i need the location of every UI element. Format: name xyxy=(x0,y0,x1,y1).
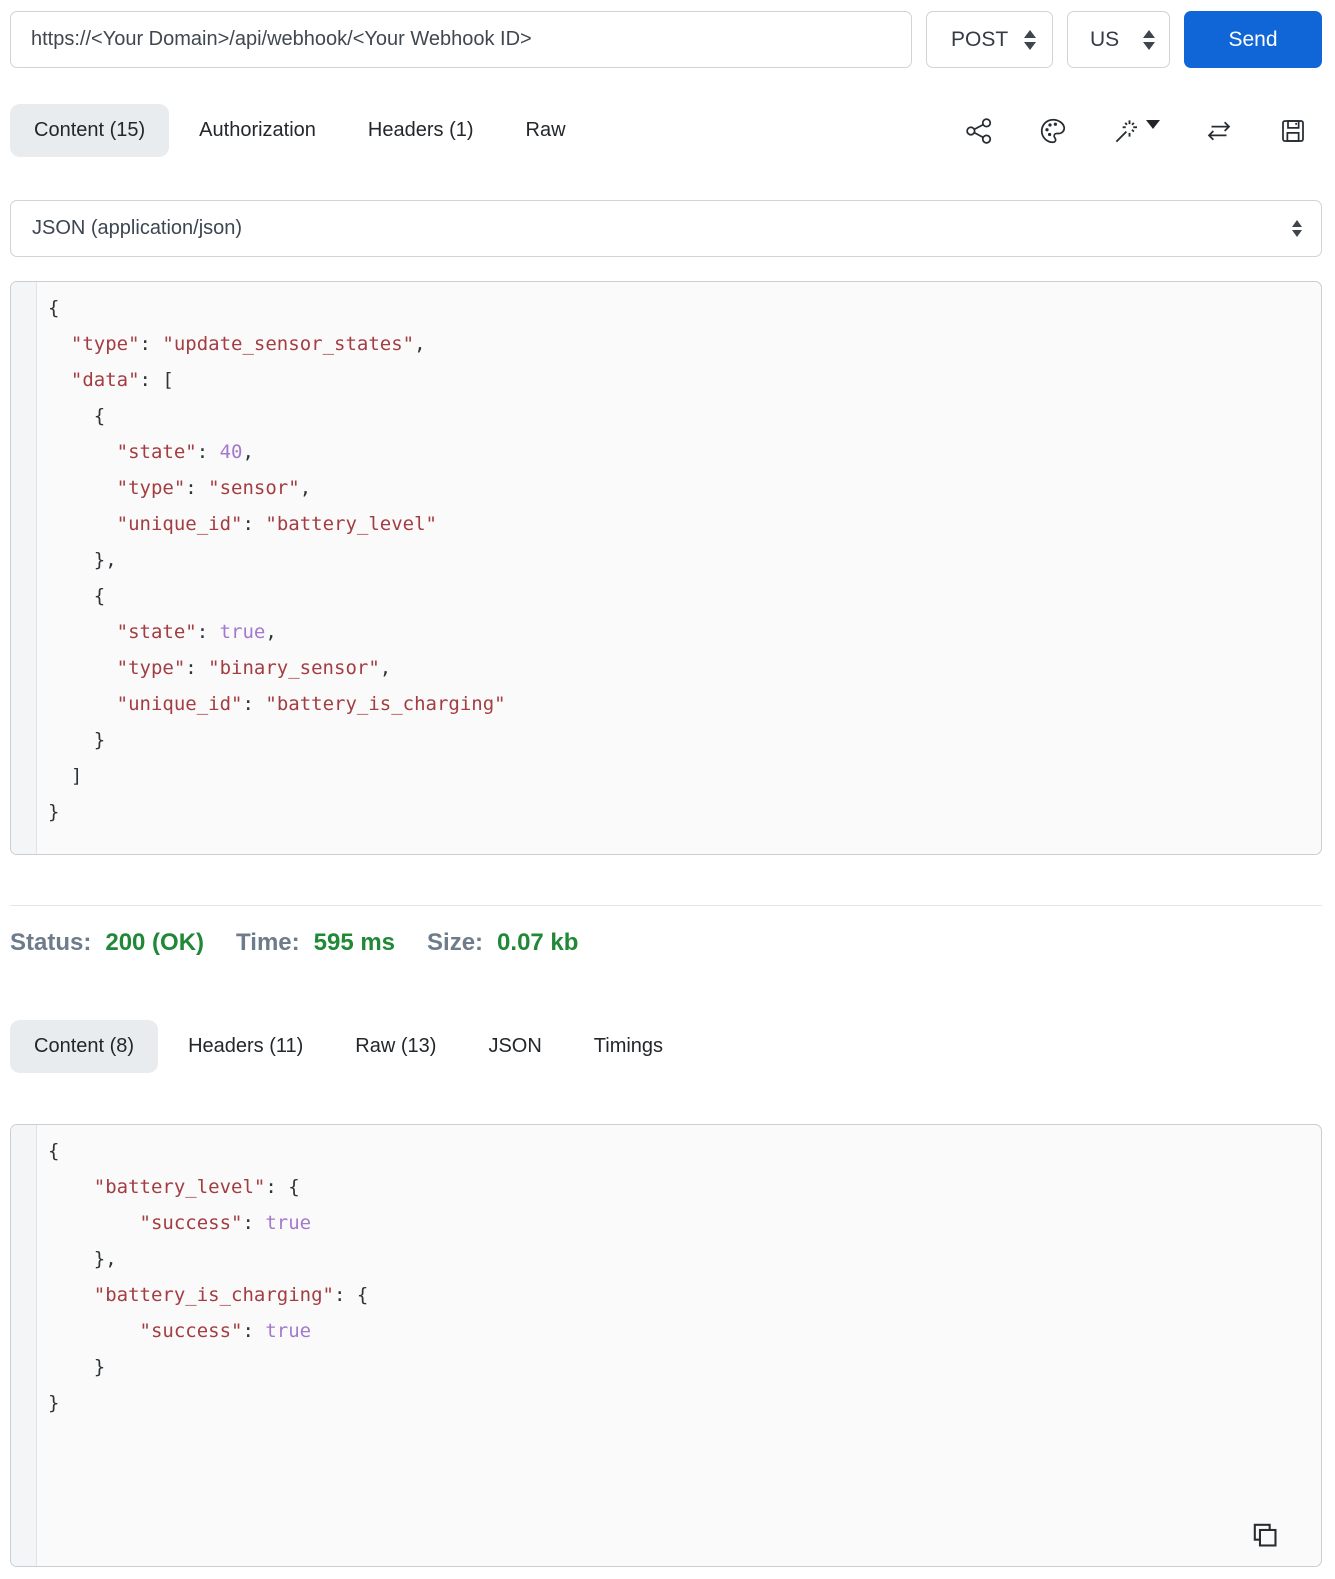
save-button[interactable] xyxy=(1278,116,1308,146)
url-input[interactable] xyxy=(10,11,912,68)
tab-request-raw[interactable]: Raw xyxy=(504,104,588,157)
request-body-code: { "type": "update_sensor_states", "data"… xyxy=(48,297,506,823)
response-body-viewer: { "battery_level": { "success": true }, … xyxy=(10,1124,1322,1567)
updown-arrows-icon xyxy=(1292,220,1302,237)
time-group: Time: 595 ms xyxy=(236,929,395,957)
method-value: POST xyxy=(951,27,1009,51)
tab-request-headers[interactable]: Headers (1) xyxy=(346,104,496,157)
size-value: 0.07 kb xyxy=(497,929,579,956)
tab-response-raw[interactable]: Raw (13) xyxy=(333,1020,458,1073)
swap-arrows-icon xyxy=(1207,121,1231,140)
chevron-down-icon xyxy=(1146,119,1160,129)
request-body-editor[interactable]: { "type": "update_sensor_states", "data"… xyxy=(10,281,1322,855)
region-select[interactable]: US xyxy=(1067,11,1170,68)
request-tabs-row: Content (15) Authorization Headers (1) R… xyxy=(10,104,1322,157)
response-tabs-row: Content (8) Headers (11) Raw (13) JSON T… xyxy=(10,1020,1322,1073)
copy-icon xyxy=(1253,1523,1277,1547)
share-button[interactable] xyxy=(964,116,994,146)
response-tabs: Content (8) Headers (11) Raw (13) JSON T… xyxy=(10,1020,685,1073)
request-bar: POST US Send xyxy=(10,11,1322,68)
section-divider xyxy=(10,905,1322,906)
request-toolbar xyxy=(964,116,1322,146)
share-icon xyxy=(966,117,992,144)
status-group: Status: 200 (OK) xyxy=(10,929,204,957)
editor-gutter xyxy=(11,282,37,854)
viewer-gutter xyxy=(11,1125,37,1566)
swap-button[interactable] xyxy=(1204,116,1234,146)
request-tabs: Content (15) Authorization Headers (1) R… xyxy=(10,104,588,157)
tab-request-content[interactable]: Content (15) xyxy=(10,104,170,157)
updown-arrows-icon xyxy=(1143,29,1155,50)
save-icon xyxy=(1282,119,1304,142)
updown-arrows-icon xyxy=(1024,29,1036,50)
method-select[interactable]: POST xyxy=(926,11,1053,68)
copy-response-button[interactable] xyxy=(1249,1519,1280,1553)
size-group: Size: 0.07 kb xyxy=(427,929,578,957)
status-bar: Status: 200 (OK) Time: 595 ms Size: 0.07… xyxy=(10,929,1322,962)
content-type-value: JSON (application/json) xyxy=(32,217,243,239)
tab-response-json[interactable]: JSON xyxy=(466,1020,563,1073)
api-tester-app: POST US Send Content (15) Authorization … xyxy=(0,0,1335,1567)
tab-response-headers[interactable]: Headers (11) xyxy=(166,1020,325,1073)
theme-button[interactable] xyxy=(1038,116,1068,146)
status-label: Status: xyxy=(10,929,92,956)
tab-response-content[interactable]: Content (8) xyxy=(10,1020,159,1073)
time-value: 595 ms xyxy=(313,929,396,956)
time-label: Time: xyxy=(236,929,300,956)
palette-icon xyxy=(1040,118,1066,143)
beautify-menu-button[interactable] xyxy=(1112,116,1160,146)
size-label: Size: xyxy=(427,929,484,956)
region-value: US xyxy=(1090,27,1120,51)
tab-response-timings[interactable]: Timings xyxy=(572,1020,685,1073)
status-value: 200 (OK) xyxy=(105,929,205,956)
magic-wand-icon xyxy=(1115,119,1137,142)
send-button[interactable]: Send xyxy=(1184,11,1322,68)
response-body-code: { "battery_level": { "success": true }, … xyxy=(48,1140,369,1414)
content-type-select[interactable]: JSON (application/json) xyxy=(10,200,1322,257)
tab-authorization[interactable]: Authorization xyxy=(177,104,338,157)
